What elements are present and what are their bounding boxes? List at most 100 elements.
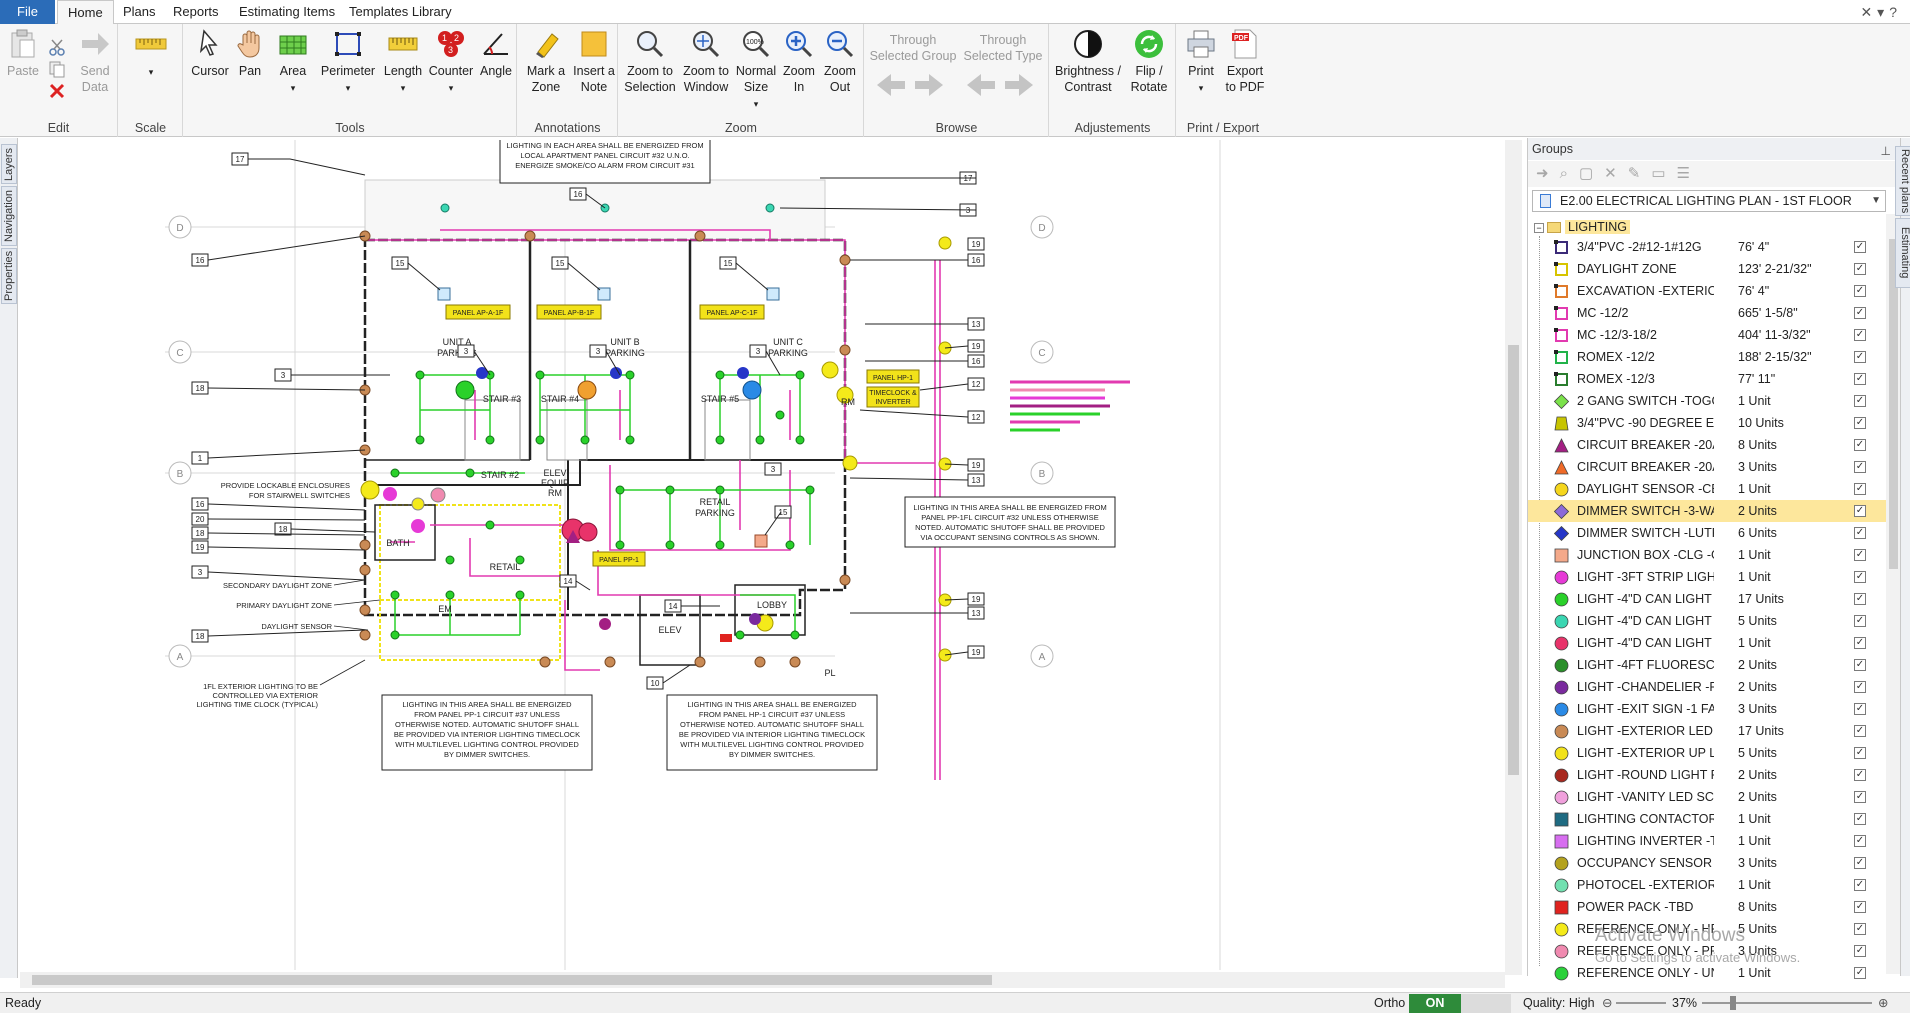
search-icon[interactable]: ⌕ <box>1560 165 1579 182</box>
scroll-thumb[interactable] <box>1889 239 1898 569</box>
visibility-checkbox[interactable]: ✓ <box>1854 879 1866 891</box>
visibility-checkbox[interactable]: ✓ <box>1854 571 1866 583</box>
quality-slider[interactable] <box>1616 1002 1666 1004</box>
zoom-out-button[interactable]: Zoom Out <box>820 28 860 95</box>
group-item[interactable]: EXCAVATION -EXTERIOR 76' 4" ✓ <box>1528 280 1888 302</box>
through-selected-group[interactable]: Through Selected Group <box>869 32 957 64</box>
tab-file[interactable]: File <box>0 0 55 24</box>
group-item[interactable]: MC -12/2 665' 1-5/8" ✓ <box>1528 302 1888 324</box>
length-tool-button[interactable]: Length ▾ <box>380 28 426 96</box>
group-item[interactable]: DAYLIGHT SENSOR -CEILING 1 Unit ✓ <box>1528 478 1888 500</box>
visibility-checkbox[interactable]: ✓ <box>1854 637 1866 649</box>
ortho-toggle-track[interactable] <box>1461 994 1511 1013</box>
group-item[interactable]: 2 GANG SWITCH -TOGGLE... 1 Unit ✓ <box>1528 390 1888 412</box>
collapse-icon[interactable]: − <box>1534 222 1544 233</box>
visibility-checkbox[interactable]: ✓ <box>1854 945 1866 957</box>
electrical-plan-drawing[interactable]: D D C C B B A A PANEL AP-A-1F PANEL AP-B… <box>20 140 1510 970</box>
group-item[interactable]: OCCUPANCY SENSOR -CEI... 3 Units ✓ <box>1528 852 1888 874</box>
tab-navigation[interactable]: Navigation <box>1 186 17 246</box>
tab-properties[interactable]: Properties <box>1 248 17 304</box>
visibility-checkbox[interactable]: ✓ <box>1854 923 1866 935</box>
group-item[interactable]: LIGHT -4"D CAN LIGHT -R... 17 Units ✓ <box>1528 588 1888 610</box>
visibility-checkbox[interactable]: ✓ <box>1854 769 1866 781</box>
cursor-tool-button[interactable]: Cursor <box>190 28 230 79</box>
group-item[interactable]: LIGHT -4"D CAN LIGHT -W... 5 Units ✓ <box>1528 610 1888 632</box>
insert-note-button[interactable]: Insert a Note <box>572 28 616 95</box>
visibility-checkbox[interactable]: ✓ <box>1854 681 1866 693</box>
options-icon[interactable]: ☰ <box>1677 165 1701 182</box>
perimeter-tool-button[interactable]: Perimeter ▾ <box>318 28 378 96</box>
visibility-checkbox[interactable]: ✓ <box>1854 263 1866 275</box>
group-item[interactable]: DAYLIGHT ZONE 123' 2-21/32" ✓ <box>1528 258 1888 280</box>
ortho-toggle[interactable]: ON <box>1409 994 1461 1013</box>
group-item[interactable]: LIGHT -EXTERIOR LED SCO... 17 Units ✓ <box>1528 720 1888 742</box>
group-item[interactable]: CIRCUIT BREAKER -20A-1P... 8 Units ✓ <box>1528 434 1888 456</box>
brightness-contrast-button[interactable]: Brightness / Contrast <box>1054 28 1122 95</box>
copy-icon[interactable] <box>48 60 66 78</box>
group-item[interactable]: DIMMER SWITCH -LUTRO... 6 Units ✓ <box>1528 522 1888 544</box>
visibility-checkbox[interactable]: ✓ <box>1854 549 1866 561</box>
view-icon[interactable]: ▭ <box>1651 165 1676 182</box>
group-item[interactable]: POWER PACK -TBD 8 Units ✓ <box>1528 896 1888 918</box>
group-item[interactable]: LIGHT -EXIT SIGN -1 FACE... 3 Units ✓ <box>1528 698 1888 720</box>
visibility-checkbox[interactable]: ✓ <box>1854 285 1866 297</box>
visibility-checkbox[interactable]: ✓ <box>1854 703 1866 715</box>
mark-zone-button[interactable]: Mark a Zone <box>524 28 568 95</box>
zoom-to-selection-button[interactable]: Zoom to Selection <box>623 28 677 95</box>
group-item[interactable]: LIGHT -VANITY LED SCON... 2 Units ✓ <box>1528 786 1888 808</box>
export-pdf-button[interactable]: PDF Export to PDF <box>1223 28 1267 95</box>
scroll-thumb[interactable] <box>32 975 992 985</box>
zoom-in-icon[interactable]: ⊕ <box>1878 993 1888 1013</box>
zoom-slider[interactable] <box>1702 1002 1872 1004</box>
visibility-checkbox[interactable]: ✓ <box>1854 241 1866 253</box>
visibility-checkbox[interactable]: ✓ <box>1854 505 1866 517</box>
panel-scrollbar[interactable] <box>1886 214 1901 974</box>
forward-icon[interactable]: ➜ <box>1536 165 1560 182</box>
plan-selector[interactable]: E2.00 ELECTRICAL LIGHTING PLAN - 1ST FLO… <box>1532 190 1886 212</box>
visibility-checkbox[interactable]: ✓ <box>1854 329 1866 341</box>
visibility-checkbox[interactable]: ✓ <box>1854 373 1866 385</box>
chevron-down-icon[interactable]: ▼ <box>1871 191 1881 211</box>
delete-icon[interactable]: ✕ <box>1604 165 1628 182</box>
tab-recent-plans[interactable]: Recent plans <box>1895 146 1910 216</box>
tab-plans[interactable]: Plans <box>113 0 166 24</box>
visibility-checkbox[interactable]: ✓ <box>1854 835 1866 847</box>
visibility-checkbox[interactable]: ✓ <box>1854 901 1866 913</box>
zoom-to-window-button[interactable]: Zoom to Window <box>679 28 733 95</box>
group-item[interactable]: LIGHT -3FT STRIP LIGHT -S... 1 Unit ✓ <box>1528 566 1888 588</box>
browse-type-arrows-icon[interactable] <box>965 72 1035 98</box>
cut-icon[interactable] <box>48 38 66 56</box>
visibility-checkbox[interactable]: ✓ <box>1854 307 1866 319</box>
normal-size-button[interactable]: 100% Normal Size ▾ <box>735 28 777 112</box>
tab-reports[interactable]: Reports <box>163 0 229 24</box>
group-item[interactable]: DIMMER SWITCH -3-WAY... 2 Units ✓ <box>1528 500 1888 522</box>
group-item[interactable]: REFERENCE ONLY - HP1 -... 5 Units ✓ <box>1528 918 1888 940</box>
tab-estimating[interactable]: Estimating <box>1895 218 1910 288</box>
group-item[interactable]: MC -12/3-18/2 404' 11-3/32" ✓ <box>1528 324 1888 346</box>
visibility-checkbox[interactable]: ✓ <box>1854 967 1866 979</box>
group-item[interactable]: ROMEX -12/2 188' 2-15/32" ✓ <box>1528 346 1888 368</box>
group-item[interactable]: PHOTOCEL -EXTERIOR -TBD 1 Unit ✓ <box>1528 874 1888 896</box>
group-item[interactable]: JUNCTION BOX -CLG -GAR... 1 Unit ✓ <box>1528 544 1888 566</box>
canvas-vertical-scrollbar[interactable] <box>1505 140 1522 975</box>
visibility-checkbox[interactable]: ✓ <box>1854 439 1866 451</box>
group-item[interactable]: 3/4"PVC -90 DEGREE ELBOW 10 Units ✓ <box>1528 412 1888 434</box>
area-tool-button[interactable]: Area ▾ <box>272 28 314 96</box>
group-item[interactable]: LIGHT -CHANDELIER -PEN... 2 Units ✓ <box>1528 676 1888 698</box>
group-item[interactable]: LIGHTING CONTACTOR -6... 1 Unit ✓ <box>1528 808 1888 830</box>
group-item[interactable]: LIGHTING INVERTER -TBD 1 Unit ✓ <box>1528 830 1888 852</box>
visibility-checkbox[interactable]: ✓ <box>1854 659 1866 671</box>
visibility-checkbox[interactable]: ✓ <box>1854 593 1866 605</box>
tab-templates-library[interactable]: Templates Library <box>339 0 462 24</box>
zoom-out-icon[interactable]: ⊖ <box>1602 993 1612 1013</box>
group-item[interactable]: LIGHT -4"D CAN LIGHT w/... 1 Unit ✓ <box>1528 632 1888 654</box>
visibility-checkbox[interactable]: ✓ <box>1854 461 1866 473</box>
quality-label[interactable]: Quality: High <box>1523 993 1595 1013</box>
visibility-checkbox[interactable]: ✓ <box>1854 747 1866 759</box>
tools-icon[interactable]: ✎ <box>1628 165 1652 182</box>
group-item[interactable]: LIGHT -EXTERIOR UP LIGH... 5 Units ✓ <box>1528 742 1888 764</box>
pin-icon[interactable]: ⊥ <box>1881 140 1891 162</box>
counter-tool-button[interactable]: 123 Counter ▾ <box>428 28 474 96</box>
visibility-checkbox[interactable]: ✓ <box>1854 527 1866 539</box>
visibility-checkbox[interactable]: ✓ <box>1854 483 1866 495</box>
